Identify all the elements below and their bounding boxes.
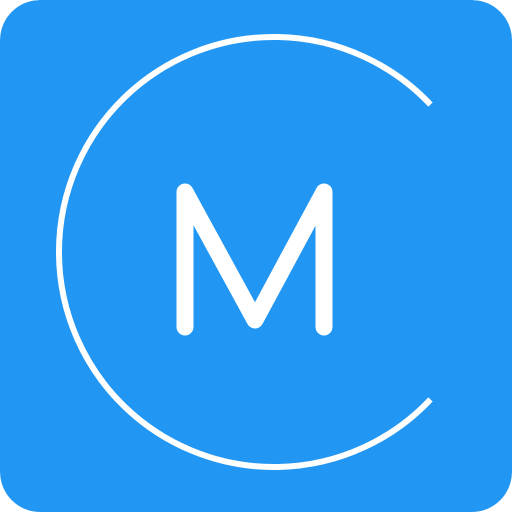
- app-icon-graphic: M: [0, 0, 512, 512]
- icon-glyph-text: M: [256, 269, 257, 271]
- icon-background: [0, 0, 512, 512]
- app-icon[interactable]: M: [0, 0, 512, 512]
